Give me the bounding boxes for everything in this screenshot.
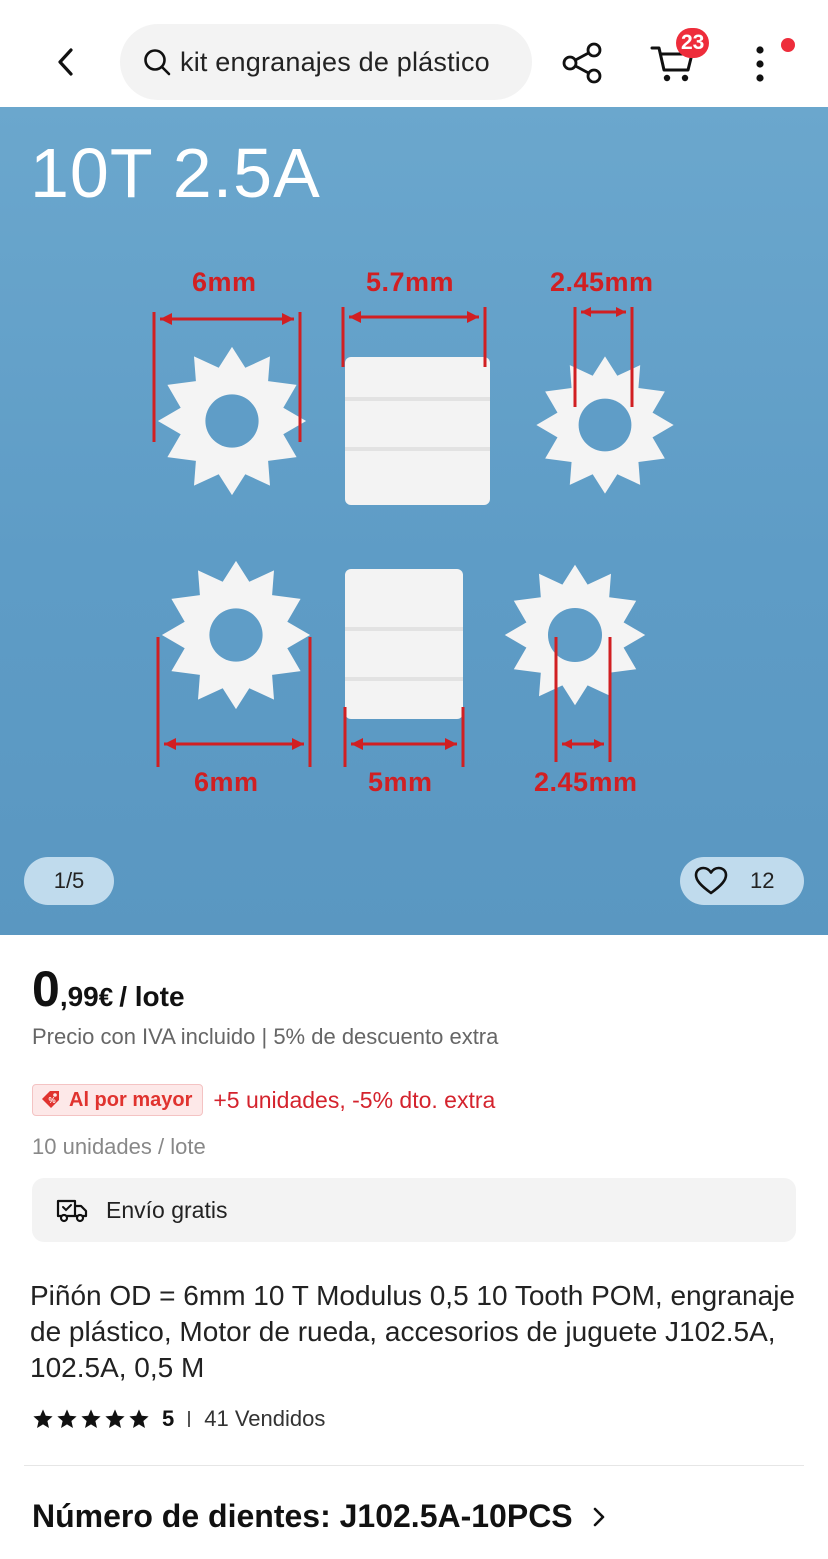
- cart-count-badge: 23: [676, 28, 710, 58]
- share-icon: [562, 42, 602, 84]
- star-rating: [32, 1408, 150, 1430]
- heart-icon: [694, 866, 728, 895]
- price-currency: €: [98, 982, 114, 1012]
- search-icon: [142, 47, 172, 77]
- dimension-label: 2.45mm: [550, 267, 654, 297]
- image-counter: 1/5: [24, 857, 114, 905]
- price-integer: 0: [32, 961, 60, 1017]
- chevron-right-icon: [593, 1507, 604, 1526]
- wishlist-button[interactable]: 12: [680, 857, 804, 905]
- wishlist-count: 12: [750, 868, 775, 893]
- variant-selector[interactable]: Número de dientes: J102.5A-10PCS: [32, 1498, 607, 1535]
- star-icon: [129, 1409, 149, 1428]
- bulk-tag: % Al por mayor: [32, 1084, 204, 1116]
- bulk-offer[interactable]: % Al por mayor +5 unidades, -5% dto. ext…: [32, 1084, 495, 1116]
- product-image[interactable]: 10T 2.5A 6mm 5.7mm 2.45mm 6mm 5mm 2.45mm…: [0, 107, 828, 935]
- dimension-label: 2.45mm: [534, 767, 638, 797]
- sold-count: 41 Vendidos: [204, 1406, 326, 1431]
- variant-label: Número de dientes: J102.5A-10PCS: [32, 1498, 573, 1534]
- price: 0 ,99 € / lote: [32, 960, 185, 1018]
- divider: [188, 1411, 191, 1427]
- tag-icon: %: [42, 1091, 59, 1108]
- star-icon: [33, 1409, 53, 1428]
- rating-value: 5: [162, 1406, 175, 1431]
- rating-row[interactable]: 5 41 Vendidos: [32, 1404, 325, 1434]
- vat-note: Precio con IVA incluido | 5% de descuent…: [32, 1024, 499, 1049]
- dimension-label: 6mm: [194, 767, 259, 797]
- product-title: Piñón OD = 6mm 10 T Modulus 0,5 10 Tooth…: [30, 1280, 795, 1383]
- bulk-offer-text: +5 unidades, -5% dto. extra: [213, 1086, 496, 1113]
- section-divider: [24, 1465, 804, 1466]
- svg-text:%: %: [49, 1096, 56, 1105]
- price-decimal: ,99: [59, 981, 99, 1012]
- shipping-label: Envío gratis: [106, 1196, 228, 1223]
- more-vertical-icon: [756, 46, 764, 82]
- search-bar[interactable]: kit engranajes de plástico: [120, 24, 532, 100]
- star-icon: [57, 1409, 77, 1428]
- lot-size: 10 unidades / lote: [32, 1134, 206, 1159]
- dimension-label: 5.7mm: [366, 267, 455, 297]
- shipping-info[interactable]: Envío gratis: [32, 1178, 796, 1242]
- dimension-label: 6mm: [192, 267, 257, 297]
- notification-dot: [781, 38, 795, 52]
- share-button[interactable]: [560, 40, 606, 86]
- dimension-label: 5mm: [368, 767, 433, 797]
- chevron-left-icon: [58, 48, 73, 76]
- star-icon: [81, 1409, 101, 1428]
- price-unit: / lote: [119, 981, 185, 1012]
- top-bar: kit engranajes de plástico 23: [0, 0, 828, 107]
- back-button[interactable]: [44, 40, 88, 84]
- more-options-button[interactable]: [748, 42, 772, 86]
- gears-illustration: [152, 307, 674, 767]
- bulk-tag-label: Al por mayor: [69, 1088, 193, 1111]
- search-query: kit engranajes de plástico: [180, 46, 490, 77]
- truck-icon: [56, 1199, 88, 1223]
- star-icon: [105, 1409, 125, 1428]
